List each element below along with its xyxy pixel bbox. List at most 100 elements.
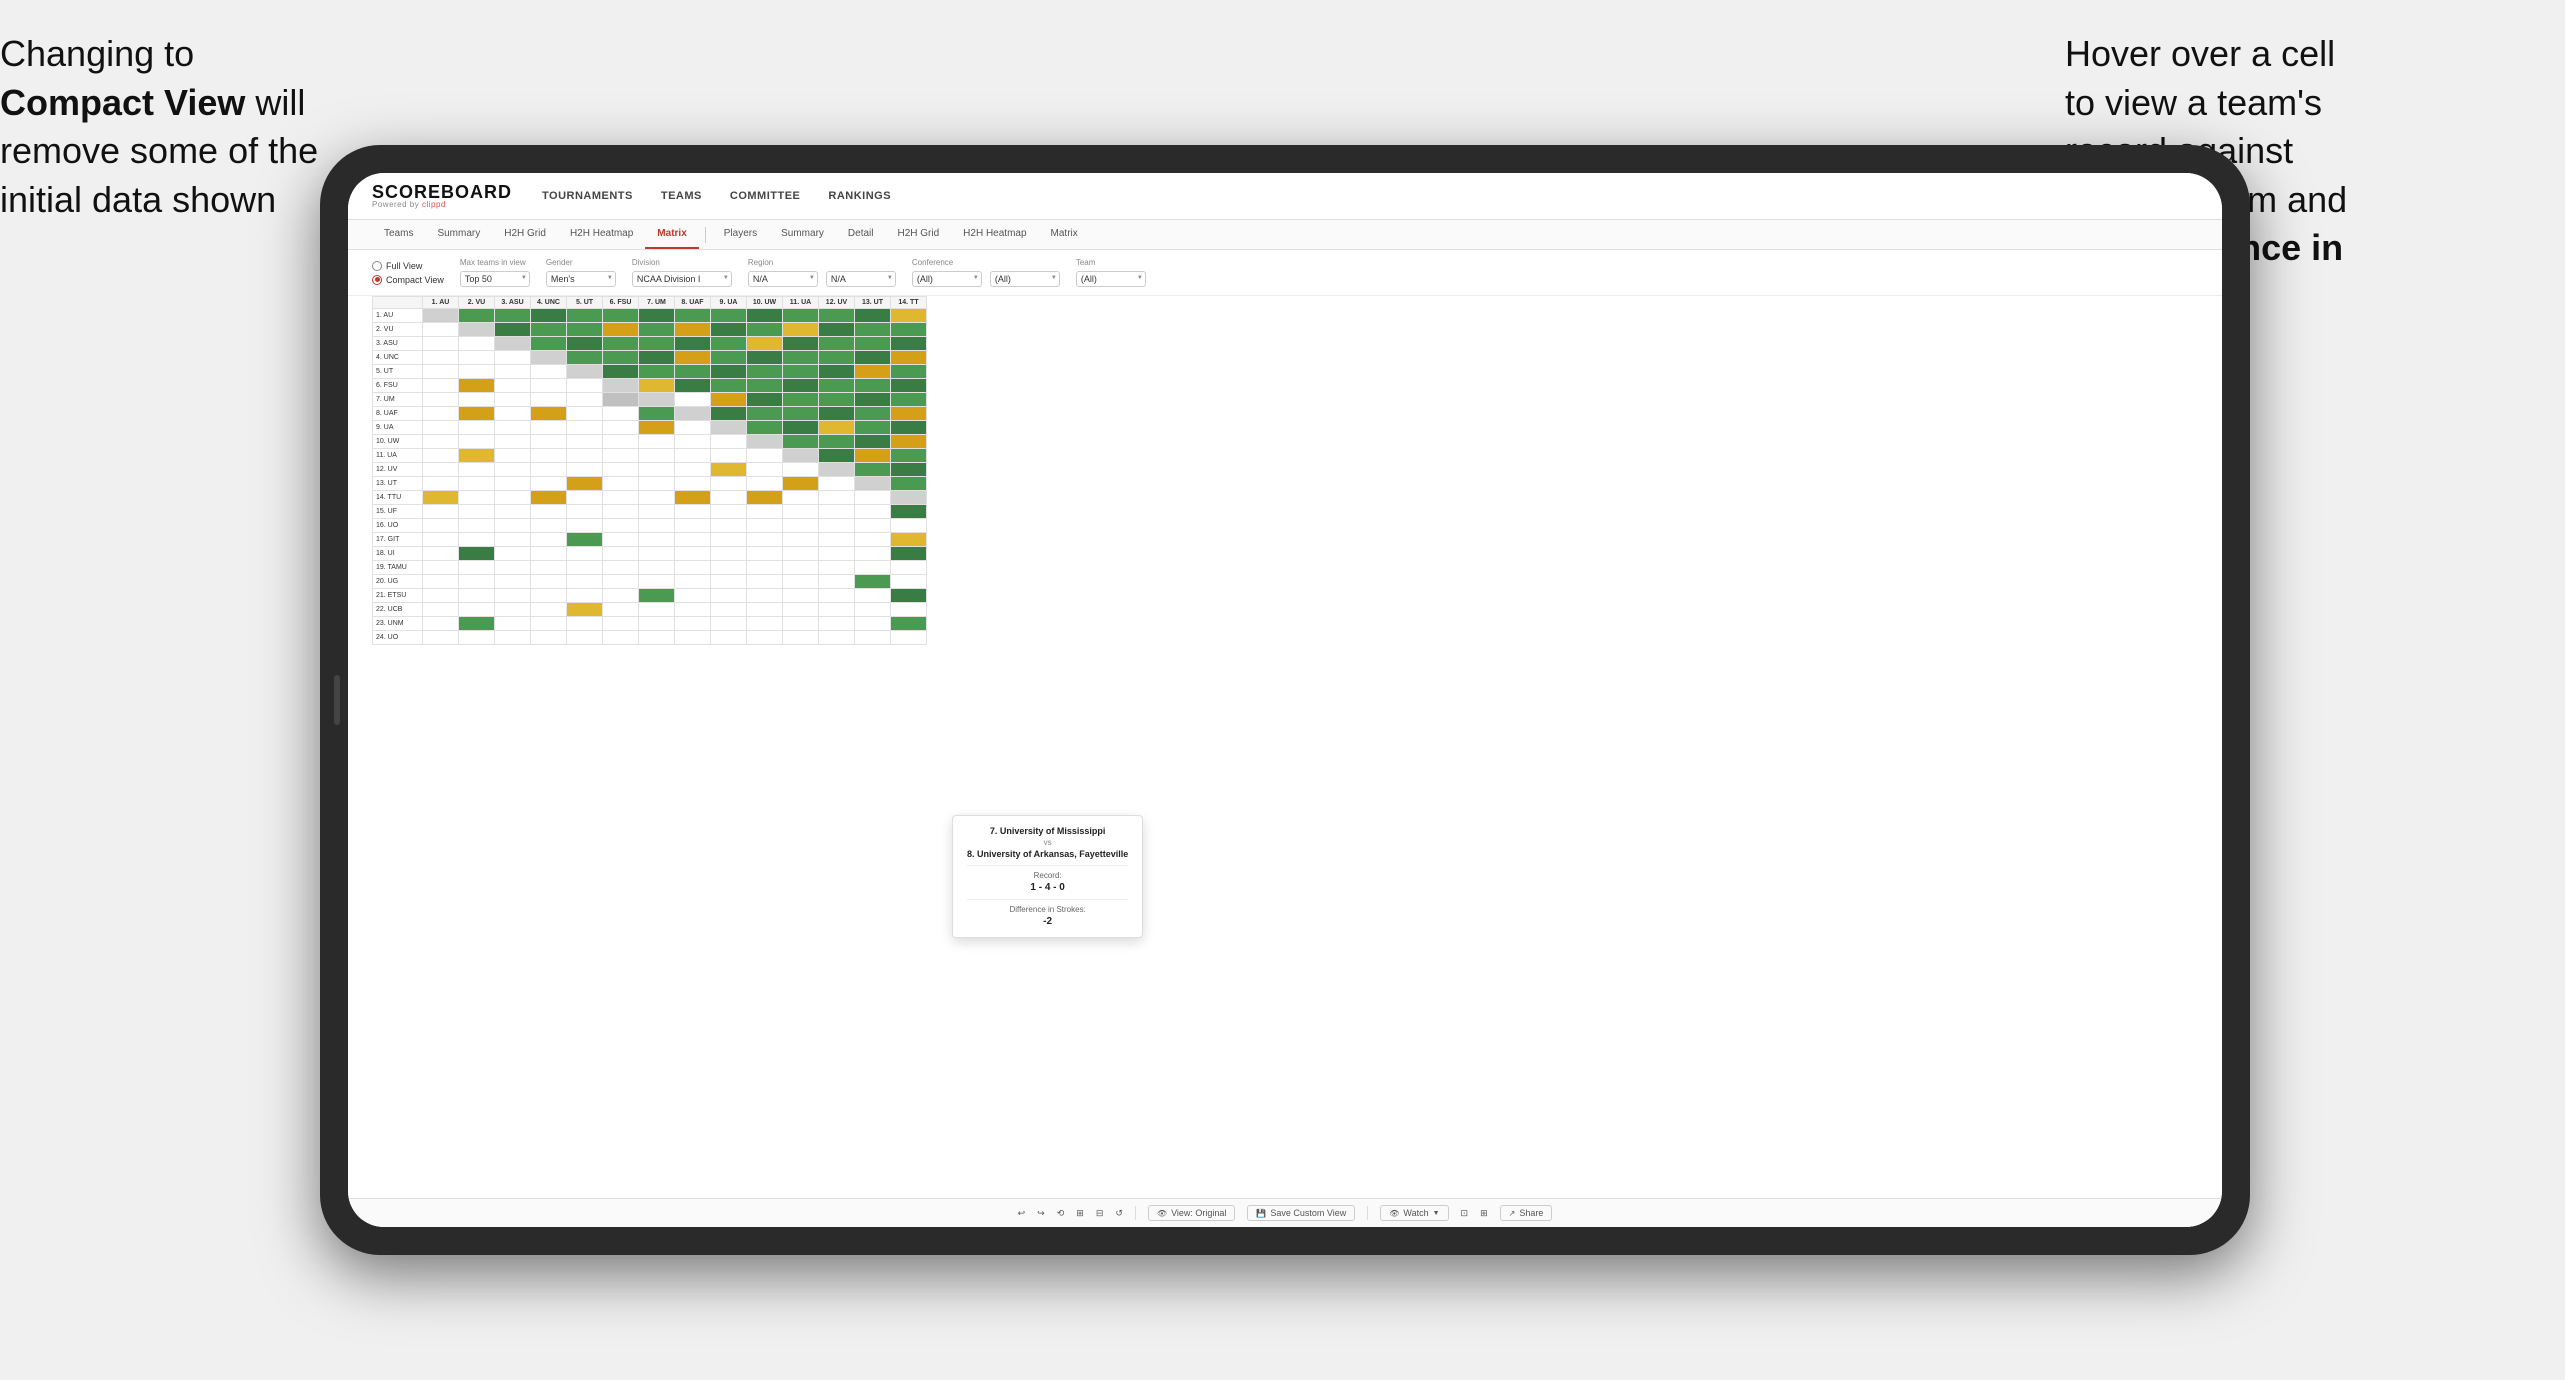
matrix-cell[interactable] [783, 407, 819, 421]
matrix-cell[interactable] [531, 379, 567, 393]
matrix-cell[interactable] [675, 617, 711, 631]
nav-tournaments[interactable]: TOURNAMENTS [542, 190, 633, 202]
matrix-cell[interactable] [891, 631, 927, 645]
matrix-cell[interactable] [855, 463, 891, 477]
matrix-cell[interactable] [675, 533, 711, 547]
matrix-cell[interactable] [423, 421, 459, 435]
matrix-cell[interactable] [567, 393, 603, 407]
matrix-cell[interactable] [495, 575, 531, 589]
matrix-cell[interactable] [819, 393, 855, 407]
matrix-cell[interactable] [423, 617, 459, 631]
matrix-cell[interactable] [567, 351, 603, 365]
matrix-cell[interactable] [747, 407, 783, 421]
table-row[interactable]: 20. UG [373, 575, 927, 589]
matrix-cell[interactable] [855, 309, 891, 323]
matrix-cell[interactable] [423, 519, 459, 533]
gender-select[interactable]: Men's [546, 271, 616, 287]
matrix-cell[interactable] [711, 533, 747, 547]
matrix-cell[interactable] [423, 477, 459, 491]
matrix-cell[interactable] [603, 477, 639, 491]
matrix-cell[interactable] [603, 365, 639, 379]
matrix-cell[interactable] [639, 435, 675, 449]
matrix-cell[interactable] [675, 561, 711, 575]
matrix-cell[interactable] [891, 421, 927, 435]
tab-h2h-heatmap-2[interactable]: H2H Heatmap [951, 220, 1038, 249]
matrix-cell[interactable] [675, 589, 711, 603]
matrix-cell[interactable] [783, 351, 819, 365]
matrix-cell[interactable] [495, 323, 531, 337]
matrix-cell[interactable] [423, 351, 459, 365]
matrix-cell[interactable] [747, 603, 783, 617]
matrix-cell[interactable] [567, 365, 603, 379]
share-button[interactable]: ↗ Share [1500, 1205, 1553, 1221]
matrix-cell[interactable] [819, 561, 855, 575]
matrix-cell[interactable] [567, 533, 603, 547]
matrix-cell[interactable] [675, 365, 711, 379]
matrix-cell[interactable] [459, 379, 495, 393]
tab-teams[interactable]: Teams [372, 220, 425, 249]
matrix-cell[interactable] [711, 337, 747, 351]
matrix-cell[interactable] [747, 589, 783, 603]
matrix-cell[interactable] [819, 365, 855, 379]
matrix-cell[interactable] [819, 379, 855, 393]
matrix-cell[interactable] [531, 589, 567, 603]
matrix-cell[interactable] [783, 309, 819, 323]
matrix-cell[interactable] [891, 407, 927, 421]
table-row[interactable]: 13. UT [373, 477, 927, 491]
matrix-cell[interactable] [639, 379, 675, 393]
matrix-cell[interactable] [567, 491, 603, 505]
matrix-cell[interactable] [855, 533, 891, 547]
matrix-cell[interactable] [423, 505, 459, 519]
matrix-cell[interactable] [495, 561, 531, 575]
grid-button[interactable]: ⊞ [1480, 1208, 1488, 1219]
matrix-cell[interactable] [747, 421, 783, 435]
matrix-cell[interactable] [603, 435, 639, 449]
matrix-cell[interactable] [675, 421, 711, 435]
tab-h2h-grid-1[interactable]: H2H Grid [492, 220, 558, 249]
matrix-cell[interactable] [567, 589, 603, 603]
matrix-cell[interactable] [459, 393, 495, 407]
matrix-cell[interactable] [855, 323, 891, 337]
matrix-cell[interactable] [711, 491, 747, 505]
matrix-cell[interactable] [711, 561, 747, 575]
matrix-cell[interactable] [567, 379, 603, 393]
matrix-cell[interactable] [531, 505, 567, 519]
matrix-cell[interactable] [747, 351, 783, 365]
matrix-cell[interactable] [531, 533, 567, 547]
matrix-cell[interactable] [639, 351, 675, 365]
matrix-cell[interactable] [819, 449, 855, 463]
matrix-cell[interactable] [603, 393, 639, 407]
table-row[interactable]: 5. UT [373, 365, 927, 379]
matrix-cell[interactable] [459, 365, 495, 379]
matrix-cell[interactable] [495, 351, 531, 365]
matrix-cell[interactable] [819, 351, 855, 365]
matrix-cell[interactable] [639, 603, 675, 617]
matrix-cell[interactable] [711, 505, 747, 519]
matrix-cell[interactable] [495, 393, 531, 407]
matrix-cell[interactable] [855, 603, 891, 617]
matrix-cell[interactable] [531, 365, 567, 379]
matrix-cell[interactable] [783, 505, 819, 519]
matrix-cell[interactable] [783, 589, 819, 603]
matrix-cell[interactable] [639, 365, 675, 379]
matrix-cell[interactable] [459, 477, 495, 491]
matrix-cell[interactable] [423, 323, 459, 337]
table-row[interactable]: 2. VU [373, 323, 927, 337]
matrix-cell[interactable] [747, 561, 783, 575]
matrix-cell[interactable] [747, 379, 783, 393]
matrix-cell[interactable] [423, 463, 459, 477]
matrix-cell[interactable] [603, 589, 639, 603]
reset-button[interactable]: ↺ [1115, 1208, 1123, 1219]
matrix-cell[interactable] [495, 477, 531, 491]
matrix-cell[interactable] [675, 491, 711, 505]
matrix-cell[interactable] [783, 463, 819, 477]
matrix-cell[interactable] [675, 463, 711, 477]
matrix-cell[interactable] [675, 631, 711, 645]
matrix-cell[interactable] [783, 477, 819, 491]
matrix-cell[interactable] [675, 379, 711, 393]
matrix-cell[interactable] [783, 631, 819, 645]
matrix-cell[interactable] [495, 309, 531, 323]
region-select2[interactable]: N/A [826, 271, 896, 287]
matrix-cell[interactable] [639, 519, 675, 533]
matrix-cell[interactable] [855, 519, 891, 533]
